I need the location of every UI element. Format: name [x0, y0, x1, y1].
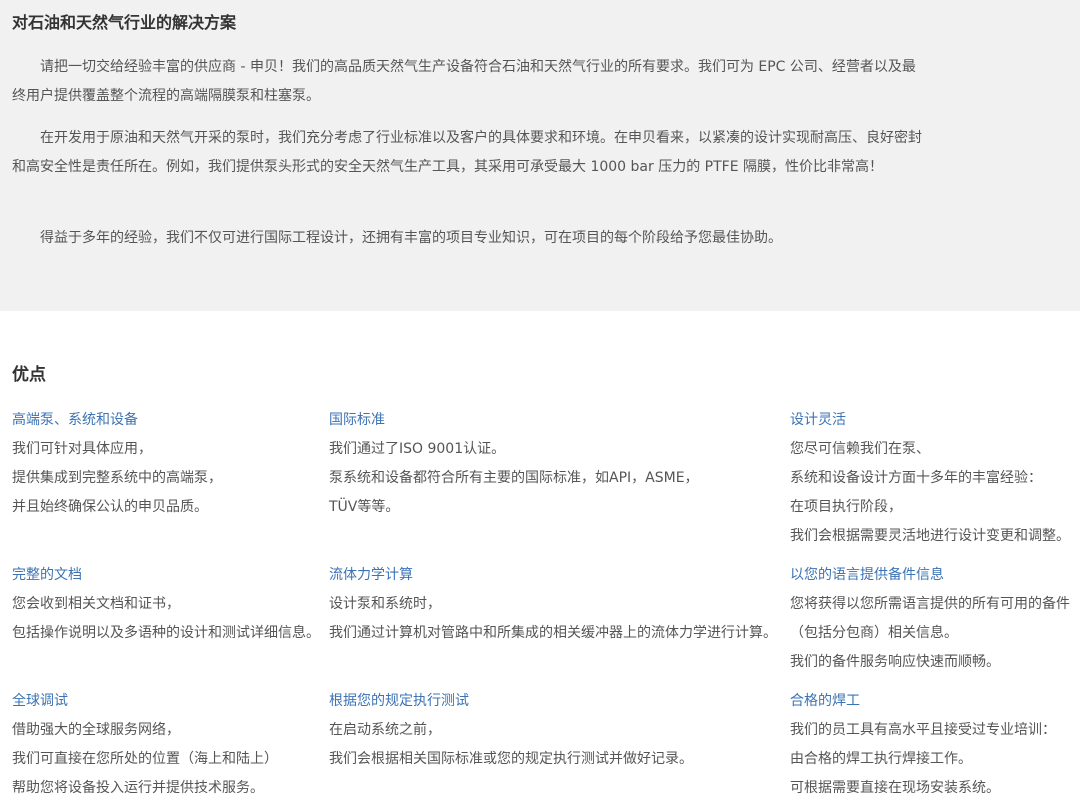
feature-international-standards: 国际标准 我们通过了ISO 9001认证。 泵系统和设备都符合所有主要的国际标准…: [329, 411, 699, 522]
feature-fluid-dynamics: 流体力学计算 设计泵和系统时， 我们通过计算机对管路中和所集成的相关缓冲器上的流…: [329, 566, 777, 648]
advantages-title: 优点: [12, 365, 46, 385]
feature-line: 我们会根据相关国际标准或您的规定执行测试并做好记录。: [329, 751, 693, 767]
feature-line: 您会收到相关文档和证书，: [12, 596, 180, 612]
intro-paragraph-1: 请把一切交给经验丰富的供应商 - 申贝！我们的高品质天然气生产设备符合石油和天然…: [12, 59, 916, 104]
feature-title: 国际标准: [329, 412, 385, 428]
feature-line: 包括操作说明以及多语种的设计和测试详细信息。: [12, 625, 320, 641]
feature-title: 合格的焊工: [790, 693, 860, 709]
feature-description: 您会收到相关文档和证书， 包括操作说明以及多语种的设计和测试详细信息。: [12, 590, 320, 648]
intro-title: 对石油和天然气行业的解决方案: [12, 13, 237, 32]
feature-line: 我们通过计算机对管路中和所集成的相关缓冲器上的流体力学进行计算。: [329, 625, 777, 641]
intro-section: 对石油和天然气行业的解决方案 请把一切交给经验丰富的供应商 - 申贝！我们的高品…: [0, 0, 1080, 311]
feature-title: 根据您的规定执行测试: [329, 693, 469, 709]
feature-line: 由合格的焊工执行焊接工作。: [790, 751, 972, 767]
feature-line: 在启动系统之前，: [329, 722, 441, 738]
feature-line: 并且始终确保公认的申贝品质。: [12, 499, 208, 515]
feature-line: 我们可直接在您所处的位置（海上和陆上）: [12, 751, 278, 767]
feature-description: 设计泵和系统时， 我们通过计算机对管路中和所集成的相关缓冲器上的流体力学进行计算…: [329, 590, 777, 648]
feature-line: 泵系统和设备都符合所有主要的国际标准，如API，ASME，: [329, 470, 699, 486]
feature-title: 以您的语言提供备件信息: [790, 567, 944, 583]
feature-title: 流体力学计算: [329, 567, 413, 583]
feature-title: 全球调试: [12, 693, 68, 709]
feature-line: 我们可针对具体应用，: [12, 441, 152, 457]
feature-line: 可根据需要直接在现场安装系统。: [790, 780, 1000, 796]
feature-description: 您尽可信赖我们在泵、 系统和设备设计方面十多年的丰富经验： 在项目执行阶段， 我…: [790, 435, 1070, 551]
feature-description: 您将获得以您所需语言提供的所有可用的备件 （包括分包商）相关信息。 我们的备件服…: [790, 590, 1070, 677]
feature-line: 提供集成到完整系统中的高端泵，: [12, 470, 222, 486]
feature-complete-documentation: 完整的文档 您会收到相关文档和证书， 包括操作说明以及多语种的设计和测试详细信息…: [12, 566, 320, 648]
feature-flexible-design: 设计灵活 您尽可信赖我们在泵、 系统和设备设计方面十多年的丰富经验： 在项目执行…: [790, 411, 1070, 551]
feature-line: 我们通过了ISO 9001认证。: [329, 441, 506, 457]
feature-line: 系统和设备设计方面十多年的丰富经验：: [790, 470, 1042, 486]
feature-description: 我们可针对具体应用， 提供集成到完整系统中的高端泵， 并且始终确保公认的申贝品质…: [12, 435, 222, 522]
feature-title: 高端泵、系统和设备: [12, 412, 138, 428]
feature-description: 借助强大的全球服务网络， 我们可直接在您所处的位置（海上和陆上） 帮助您将设备投…: [12, 716, 278, 803]
feature-qualified-welders: 合格的焊工 我们的员工具有高水平且接受过专业培训： 由合格的焊工执行焊接工作。 …: [790, 692, 1056, 803]
feature-testing-per-spec: 根据您的规定执行测试 在启动系统之前， 我们会根据相关国际标准或您的规定执行测试…: [329, 692, 693, 774]
feature-description: 在启动系统之前， 我们会根据相关国际标准或您的规定执行测试并做好记录。: [329, 716, 693, 774]
feature-line: TÜV等等。: [329, 499, 400, 515]
feature-description: 我们的员工具有高水平且接受过专业培训： 由合格的焊工执行焊接工作。 可根据需要直…: [790, 716, 1056, 803]
feature-line: 我们的备件服务响应快速而顺畅。: [790, 654, 1000, 670]
feature-line: 您尽可信赖我们在泵、: [790, 441, 930, 457]
feature-line: 我们的员工具有高水平且接受过专业培训：: [790, 722, 1056, 738]
feature-description: 我们通过了ISO 9001认证。 泵系统和设备都符合所有主要的国际标准，如API…: [329, 435, 699, 522]
feature-title: 完整的文档: [12, 567, 82, 583]
intro-paragraph-3: 得益于多年的经验，我们不仅可进行国际工程设计，还拥有丰富的项目专业知识，可在项目…: [40, 230, 782, 246]
feature-line: 我们会根据需要灵活地进行设计变更和调整。: [790, 528, 1070, 544]
feature-global-commissioning: 全球调试 借助强大的全球服务网络， 我们可直接在您所处的位置（海上和陆上） 帮助…: [12, 692, 278, 803]
intro-paragraph-2: 在开发用于原油和天然气开采的泵时，我们充分考虑了行业标准以及客户的具体要求和环境…: [12, 130, 922, 175]
feature-line: 您将获得以您所需语言提供的所有可用的备件: [790, 596, 1070, 612]
feature-line: 设计泵和系统时，: [329, 596, 441, 612]
feature-line: 借助强大的全球服务网络，: [12, 722, 180, 738]
feature-high-end-pumps: 高端泵、系统和设备 我们可针对具体应用， 提供集成到完整系统中的高端泵， 并且始…: [12, 411, 222, 522]
feature-line: 在项目执行阶段，: [790, 499, 902, 515]
feature-spare-parts-language: 以您的语言提供备件信息 您将获得以您所需语言提供的所有可用的备件 （包括分包商）…: [790, 566, 1070, 677]
feature-line: （包括分包商）相关信息。: [790, 625, 958, 641]
feature-title: 设计灵活: [790, 412, 846, 428]
feature-line: 帮助您将设备投入运行并提供技术服务。: [12, 780, 264, 796]
